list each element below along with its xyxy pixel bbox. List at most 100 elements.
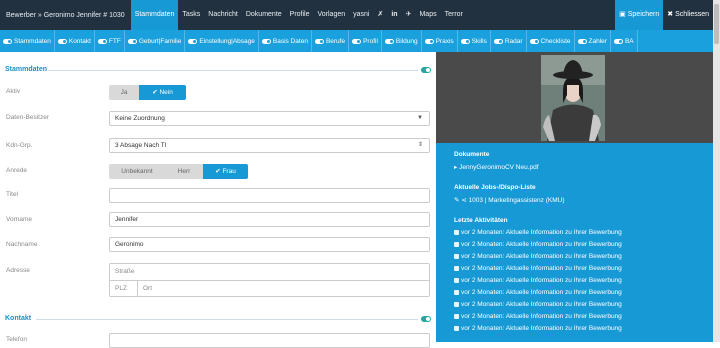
save-label: Speichern — [627, 11, 660, 18]
ort-input[interactable]: Ort — [138, 281, 429, 296]
strasse-input[interactable]: Straße — [110, 264, 429, 280]
aktivitaeten-title: Letzte Aktivitäten — [454, 217, 508, 224]
aktiv-toggle-group: Ja ✔ Nein — [109, 85, 186, 100]
activity-text: vor 2 Monaten: Aktuelle Information zu I… — [461, 253, 622, 260]
anrede-option-herr[interactable]: Herr — [165, 164, 203, 179]
toggle-icon — [424, 38, 434, 44]
tab-label: Berufe — [325, 37, 346, 45]
sidebar-panel: Dokumente ▸ JennyGeronimoCV Neu.pdf Aktu… — [436, 52, 713, 342]
tab-einstellung-absage[interactable]: Einstellung|Absage — [185, 30, 259, 52]
activity-text: vor 2 Monaten: Aktuelle Information zu I… — [461, 265, 622, 272]
portrait-image — [541, 55, 605, 141]
activity-item[interactable]: vor 2 Monaten: Aktuelle Information zu I… — [454, 241, 622, 248]
main-nav: Stammdaten Tasks Nachricht Dokumente Pro… — [130, 0, 467, 30]
nav-nachricht[interactable]: Nachricht — [204, 0, 242, 30]
tab-basis-daten[interactable]: Basis Daten — [259, 30, 312, 52]
tab-ba[interactable]: BA — [611, 30, 638, 52]
linkedin-icon[interactable]: in — [387, 0, 401, 30]
kdn-grp-select[interactable]: 3 Absage Nach TI ⇕ — [109, 138, 430, 153]
tab-geburt-familie[interactable]: Geburt|Familie — [125, 30, 186, 52]
tab-checkliste[interactable]: Checkliste — [527, 30, 575, 52]
toggle-icon — [577, 38, 587, 44]
tab-profil[interactable]: Profil — [349, 30, 382, 52]
nav-profile[interactable]: Profile — [286, 0, 314, 30]
section-toggle[interactable] — [421, 316, 431, 322]
tab-label: Checkliste — [540, 37, 571, 45]
section-title-stammdaten: Stammdaten — [5, 66, 48, 73]
job-label: 1003 | Marketingassistenz (KMU) — [468, 197, 565, 204]
document-name: JennyGeronimoCV Neu.pdf — [459, 164, 539, 171]
anrede-toggle-group: Unbekannt Herr ✔ Frau — [109, 164, 248, 179]
tab-label: FTF — [108, 37, 121, 45]
tab-label: Zahler — [588, 37, 607, 45]
tab-bildung[interactable]: Bildung — [382, 30, 422, 52]
nav-terror[interactable]: Terror — [441, 0, 467, 30]
document-link[interactable]: ▸ JennyGeronimoCV Neu.pdf — [454, 163, 539, 171]
tab-stammdaten[interactable]: Stammdaten — [0, 30, 55, 52]
activity-item[interactable]: vor 2 Monaten: Aktuelle Information zu I… — [454, 301, 622, 308]
nav-dokumente[interactable]: Dokumente — [242, 0, 286, 30]
anrede-option-unbekannt[interactable]: Unbekannt — [109, 164, 165, 179]
nav-stammdaten[interactable]: Stammdaten — [130, 0, 179, 30]
activity-item[interactable]: vor 2 Monaten: Aktuelle Information zu I… — [454, 289, 622, 296]
tab-ftf[interactable]: FTF — [95, 30, 125, 52]
toggle-icon — [314, 38, 324, 44]
titel-input[interactable] — [109, 188, 430, 203]
activity-text: vor 2 Monaten: Aktuelle Information zu I… — [461, 289, 622, 296]
tab-label: Praxis — [435, 37, 454, 45]
xing-icon[interactable]: ✗ — [373, 0, 387, 30]
aktiv-option-ja[interactable]: Ja — [109, 85, 139, 100]
page-scrollbar[interactable] — [713, 0, 720, 342]
toggle-icon — [384, 38, 394, 44]
activity-item[interactable]: vor 2 Monaten: Aktuelle Information zu I… — [454, 253, 622, 260]
toggle-icon — [529, 38, 539, 44]
airplane-icon[interactable]: ✈ — [402, 0, 416, 30]
tab-label: Bildung — [395, 37, 418, 45]
tab-kontakt[interactable]: Kontakt — [55, 30, 95, 52]
titel-label: Titel — [6, 191, 19, 198]
tab-skills[interactable]: Skills — [458, 30, 491, 52]
close-button[interactable]: ✖ Schliessen — [663, 0, 713, 30]
job-item[interactable]: ✎ ⋖ 1003 | Marketingassistenz (KMU) — [454, 196, 565, 204]
activity-item[interactable]: vor 2 Monaten: Aktuelle Information zu I… — [454, 265, 622, 272]
activity-item[interactable]: vor 2 Monaten: Aktuelle Information zu I… — [454, 313, 622, 320]
save-button[interactable]: ▣ Speichern — [615, 0, 664, 30]
activity-item[interactable]: vor 2 Monaten: Aktuelle Information zu I… — [454, 325, 622, 332]
adresse-fields: Straße PLZ Ort — [109, 263, 430, 297]
tab-label: BA — [624, 37, 634, 45]
updown-caret-icon: ⇕ — [417, 142, 423, 148]
toggle-icon — [97, 38, 107, 44]
activity-text: vor 2 Monaten: Aktuelle Information zu I… — [461, 241, 622, 248]
toggle-icon — [127, 38, 137, 44]
activity-icon — [454, 326, 459, 331]
vorname-input[interactable]: Jennifer — [109, 212, 430, 227]
anrede-option-frau[interactable]: ✔ Frau — [203, 164, 248, 179]
vorname-label: Vorname — [6, 216, 33, 223]
tab-berufe[interactable]: Berufe — [312, 30, 350, 52]
daten-besitzer-select[interactable]: Keine Zuordnung ▼ — [109, 111, 430, 126]
breadcrumb[interactable]: Bewerber » Geronimo Jennifer # 1030 — [0, 12, 131, 19]
plz-input[interactable]: PLZ — [110, 281, 138, 296]
tab-radar[interactable]: Radar — [491, 30, 527, 52]
section-toggle[interactable] — [421, 67, 431, 73]
nachname-input[interactable]: Geronimo — [109, 237, 430, 252]
telefon-input[interactable] — [109, 333, 430, 348]
nav-maps[interactable]: Maps — [415, 0, 440, 30]
tab-praxis[interactable]: Praxis — [422, 30, 458, 52]
activity-text: vor 2 Monaten: Aktuelle Information zu I… — [461, 229, 622, 236]
nav-vorlagen[interactable]: Vorlagen — [314, 0, 350, 30]
activity-text: vor 2 Monaten: Aktuelle Information zu I… — [461, 325, 622, 332]
nav-yasni[interactable]: yasni — [349, 0, 373, 30]
toggle-icon — [188, 38, 198, 44]
nachname-label: Nachname — [6, 241, 38, 248]
scrollbar-thumb[interactable] — [714, 4, 719, 44]
tab-zahler[interactable]: Zahler — [575, 30, 611, 52]
activity-text: vor 2 Monaten: Aktuelle Information zu I… — [461, 301, 622, 308]
aktiv-option-nein[interactable]: ✔ Nein — [139, 85, 186, 100]
share-icon[interactable]: ⋖ — [461, 197, 468, 204]
toggle-icon — [352, 38, 362, 44]
activity-item[interactable]: vor 2 Monaten: Aktuelle Information zu I… — [454, 229, 622, 236]
nav-tasks[interactable]: Tasks — [178, 0, 204, 30]
activity-item[interactable]: vor 2 Monaten: Aktuelle Information zu I… — [454, 277, 622, 284]
activity-icon — [454, 242, 459, 247]
